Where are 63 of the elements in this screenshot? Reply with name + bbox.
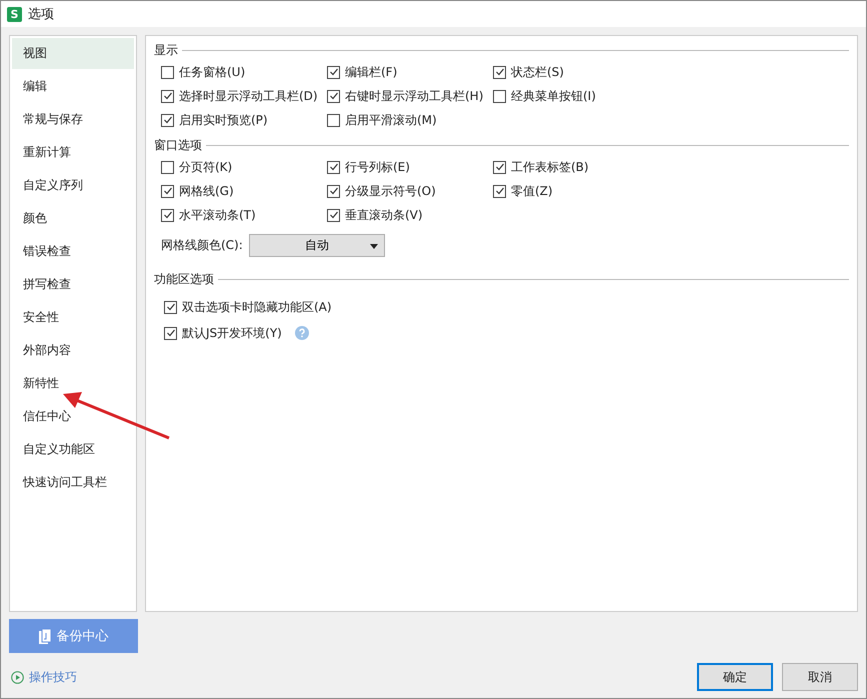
dialog-button[interactable]: 确定 bbox=[697, 663, 773, 691]
option-label: 工作表标签(B) bbox=[511, 158, 589, 176]
option-label: 网格线(G) bbox=[179, 182, 234, 200]
checkbox[interactable] bbox=[493, 184, 506, 198]
color-dropdown[interactable]: 自动 bbox=[248, 234, 385, 257]
option-label: 分页符(K) bbox=[179, 158, 232, 176]
option-label: 零值(Z) bbox=[511, 182, 553, 200]
field-label: 网格线颜色(C): bbox=[161, 237, 243, 254]
option-label: 选择时显示浮动工具栏(D) bbox=[179, 88, 318, 104]
checkbox[interactable] bbox=[327, 160, 340, 174]
section-title: 显示 bbox=[154, 42, 178, 59]
caret-icon bbox=[370, 244, 378, 249]
checkbox[interactable] bbox=[161, 160, 174, 174]
option-label: 启用平滑滚动(M) bbox=[345, 112, 437, 128]
checkbox[interactable] bbox=[327, 114, 340, 126]
sidebar-item[interactable]: 新特性 bbox=[12, 368, 134, 399]
checkbox[interactable] bbox=[164, 300, 177, 314]
checkbox[interactable] bbox=[161, 66, 174, 78]
sidebar-item[interactable]: 外部内容 bbox=[12, 335, 134, 366]
option-label: 分级显示符号(O) bbox=[345, 182, 436, 200]
sidebar-item[interactable]: 颜色 bbox=[12, 203, 134, 234]
sidebar-item[interactable]: 信任中心 bbox=[12, 401, 134, 432]
option-label: 任务窗格(U) bbox=[179, 64, 246, 80]
option-label: 编辑栏(F) bbox=[345, 64, 398, 80]
checkbox[interactable] bbox=[327, 208, 340, 222]
checkbox[interactable] bbox=[161, 90, 174, 102]
option-label: 行号列标(E) bbox=[345, 158, 410, 176]
dialog-button[interactable]: 取消 bbox=[782, 663, 858, 691]
section-title: 功能区选项 bbox=[154, 271, 214, 288]
option-label: 双击选项卡时隐藏功能区(A) bbox=[182, 298, 332, 316]
section-title: 窗口选项 bbox=[154, 137, 202, 154]
play-icon bbox=[11, 671, 24, 684]
checkbox[interactable] bbox=[327, 184, 340, 198]
option-label: 经典菜单按钮(I) bbox=[511, 88, 596, 104]
sidebar-item[interactable]: 拼写检查 bbox=[12, 269, 134, 300]
option-label: 垂直滚动条(V) bbox=[345, 206, 423, 224]
sidebar-item[interactable]: 编辑 bbox=[12, 71, 134, 102]
option-label: 启用实时预览(P) bbox=[179, 112, 268, 128]
sidebar-item[interactable]: 自定义序列 bbox=[12, 170, 134, 201]
sidebar-item[interactable]: 安全性 bbox=[12, 302, 134, 333]
sidebar-item[interactable]: 重新计算 bbox=[12, 137, 134, 168]
checkbox[interactable] bbox=[493, 90, 506, 102]
sidebar-item[interactable]: 快速访问工具栏 bbox=[12, 467, 134, 498]
checkbox[interactable] bbox=[161, 184, 174, 198]
sidebar-item[interactable]: 常规与保存 bbox=[12, 104, 134, 135]
checkbox[interactable] bbox=[164, 326, 177, 340]
checkbox[interactable] bbox=[493, 160, 506, 174]
option-label: 右键时显示浮动工具栏(H) bbox=[345, 88, 484, 104]
window-title: 选项 bbox=[28, 6, 54, 23]
option-label: 默认JS开发环境(Y) bbox=[182, 324, 282, 342]
checkbox[interactable] bbox=[493, 66, 506, 78]
sidebar-item[interactable]: 自定义功能区 bbox=[12, 434, 134, 465]
checkbox[interactable] bbox=[327, 90, 340, 102]
app-icon: S bbox=[7, 6, 22, 22]
checkbox[interactable] bbox=[327, 66, 340, 78]
sidebar-item[interactable]: 视图 bbox=[12, 38, 134, 69]
option-label: 水平滚动条(T) bbox=[179, 206, 256, 224]
document-icon bbox=[38, 628, 50, 644]
sidebar-item[interactable]: 错误检查 bbox=[12, 236, 134, 267]
checkbox[interactable] bbox=[161, 208, 174, 222]
option-label: 状态栏(S) bbox=[511, 64, 564, 80]
tips-link[interactable]: 操作技巧 bbox=[29, 669, 77, 686]
checkbox[interactable] bbox=[161, 114, 174, 126]
